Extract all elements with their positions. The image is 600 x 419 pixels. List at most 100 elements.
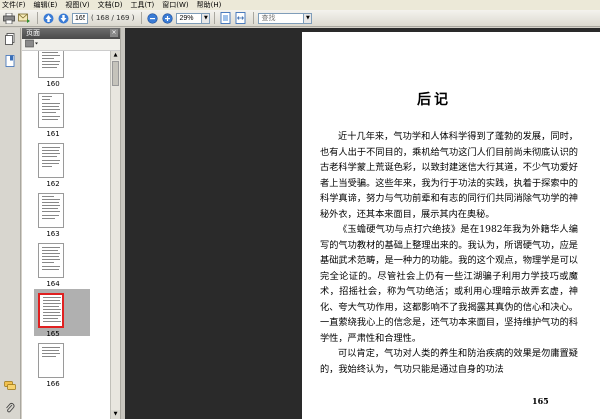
toolbar-separator xyxy=(253,12,255,24)
thumbnail-text-line xyxy=(43,303,61,304)
thumbnail-text-line xyxy=(42,153,60,154)
menu-item[interactable]: 文档(D) xyxy=(98,0,123,10)
comments-icon[interactable] xyxy=(4,380,16,392)
thumbnail-scrollbar[interactable]: ▲ ▼ xyxy=(110,51,120,419)
thumbnail-text-line xyxy=(43,315,61,316)
thumbnail-text-line xyxy=(42,116,60,117)
thumbnail-page-image xyxy=(38,343,64,378)
thumbnail-text-line xyxy=(43,309,61,310)
thumbnail-text-line xyxy=(42,58,54,59)
menu-item[interactable]: 工具(T) xyxy=(131,0,155,10)
thumbnail-text-line xyxy=(42,166,52,167)
thumbnail-text-line xyxy=(42,196,54,197)
zoom-input[interactable] xyxy=(176,12,203,24)
mail-icon[interactable] xyxy=(18,12,30,24)
thumbnail-text-line xyxy=(42,55,60,56)
thumbnail-label: 164 xyxy=(46,280,60,288)
thumbnail-label: 166 xyxy=(46,380,60,388)
zoom-out-icon[interactable] xyxy=(146,12,158,24)
thumbnail-text-line xyxy=(42,67,57,68)
thumbnail-text-line xyxy=(42,109,60,110)
document-page: 后记 近十几年来，气功学和人体科学得到了蓬勃的发展，同时，也有人出于不同目的，乘… xyxy=(302,32,600,419)
thumbnail-text-line xyxy=(43,318,58,319)
thumbnail-text-line xyxy=(42,106,59,107)
panel-options-bar xyxy=(22,39,120,51)
fit-width-icon[interactable] xyxy=(234,12,246,24)
thumbnail-page-image xyxy=(38,193,64,228)
toolbar-separator xyxy=(37,12,38,24)
thumbnail-label: 165 xyxy=(46,330,60,338)
thumbnail-text-line xyxy=(42,205,60,206)
thumbnail-text-line xyxy=(42,163,59,164)
thumbnail-text-line xyxy=(42,156,57,157)
paragraph: 《玉蟾硬气功与点打穴绝技》是在1982年我为外籍华人编写的气功教材的基础上整理出… xyxy=(320,224,578,344)
thumbnail-text-line xyxy=(42,99,50,100)
thumbnail-text-line xyxy=(42,350,59,351)
zoom-dropdown-arrow[interactable]: ▼ xyxy=(202,12,211,24)
thumbnail-label: 162 xyxy=(46,180,60,188)
close-icon[interactable]: × xyxy=(110,29,118,37)
paragraph: 近十几年来，气功学和人体科学得到了蓬勃的发展，同时，也有人出于不同目的，乘机给气… xyxy=(320,131,578,220)
thumbnail-text-line xyxy=(43,297,61,298)
thumbnail-text-line xyxy=(42,356,56,357)
thumbnail-text-line xyxy=(42,119,58,120)
toolbar-separator xyxy=(214,12,216,24)
menu-item[interactable]: 文件(F) xyxy=(2,0,26,10)
thumbnail-text-line xyxy=(42,353,60,354)
thumbnail-text-line xyxy=(43,312,60,313)
thumbnail-text-line xyxy=(42,266,60,267)
search-input[interactable] xyxy=(258,12,305,24)
thumbnail-text-line xyxy=(42,269,59,270)
thumbnail-text-line xyxy=(42,211,60,212)
thumbnail-text-line xyxy=(42,218,55,219)
pages-panel: 页面 × 160 161 162 163 164 165 166 ▲ ▼ xyxy=(22,28,121,419)
thumbnail-text-line xyxy=(42,160,60,161)
thumbnail-page-image xyxy=(38,293,64,328)
thumbnail-text-line xyxy=(42,256,59,257)
document-body: 近十几年来，气功学和人体科学得到了蓬勃的发展，同时，也有人出于不同目的，乘机给气… xyxy=(320,129,578,377)
thumbnail-text-line xyxy=(42,61,60,62)
thumbnail-text-line xyxy=(42,215,59,216)
document-title: 后记 xyxy=(417,92,451,108)
page-number: 165 xyxy=(532,396,549,406)
thumbnail-label: 160 xyxy=(46,80,60,88)
zoom-in-icon[interactable] xyxy=(161,12,173,24)
thumbnail-text-line xyxy=(42,199,60,200)
menu-item[interactable]: 编辑(E) xyxy=(34,0,58,10)
thumbnail-text-line xyxy=(42,64,59,65)
thumbnail-label: 161 xyxy=(46,130,60,138)
scroll-up-arrow[interactable]: ▲ xyxy=(111,51,120,60)
options-icon[interactable] xyxy=(25,39,39,50)
scroll-down-arrow[interactable]: ▼ xyxy=(111,410,120,419)
menu-item[interactable]: 窗口(W) xyxy=(162,0,188,10)
bookmarks-panel-icon[interactable] xyxy=(4,55,16,67)
thumbnail-text-line xyxy=(42,347,60,348)
thumbnail-list[interactable]: 160 161 162 163 164 165 166 xyxy=(22,51,111,419)
menu-bar: 文件(F) 编辑(E) 视图(V) 文档(D) 工具(T) 窗口(W) 帮助(H) xyxy=(0,0,600,10)
thumbnail-text-line xyxy=(42,147,60,148)
search-dropdown-arrow[interactable]: ▼ xyxy=(304,12,313,24)
previous-page-icon[interactable] xyxy=(42,12,54,24)
thumbnail-text-line xyxy=(42,250,58,251)
printer-icon[interactable] xyxy=(3,12,15,24)
thumbnail-text-line xyxy=(43,306,59,307)
thumbnail-text-line xyxy=(42,262,54,263)
thumbnail-page-image xyxy=(38,143,64,178)
document-view[interactable]: 后记 近十几年来，气功学和人体科学得到了蓬勃的发展，同时，也有人出于不同目的，乘… xyxy=(125,28,600,419)
attachment-icon[interactable] xyxy=(4,402,16,414)
fit-page-icon[interactable] xyxy=(219,12,231,24)
thumbnail-text-line xyxy=(42,259,60,260)
page-number-input[interactable] xyxy=(72,12,88,24)
pages-panel-icon[interactable] xyxy=(4,33,16,45)
menu-item[interactable]: 帮助(H) xyxy=(197,0,222,10)
navigation-icon-strip xyxy=(0,28,21,419)
thumbnail-text-line xyxy=(42,52,58,53)
thumbnail-text-line xyxy=(42,150,59,151)
pages-panel-title: 页面 xyxy=(26,29,40,37)
thumbnail-text-line xyxy=(42,208,58,209)
next-page-icon[interactable] xyxy=(57,12,69,24)
thumbnail-page-image xyxy=(38,243,64,278)
thumbnail-page-image xyxy=(38,51,64,78)
scrollbar-thumb[interactable] xyxy=(112,61,119,86)
menu-item[interactable]: 视图(V) xyxy=(65,0,89,10)
